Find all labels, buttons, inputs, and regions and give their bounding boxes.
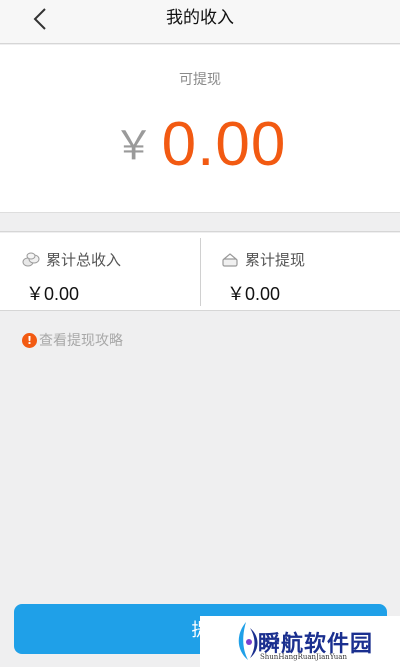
stat-total-income-label: 累计总收入 xyxy=(46,251,122,269)
withdraw-guide-label: 查看提现攻略 xyxy=(39,333,123,349)
page-title: 我的收入 xyxy=(166,8,234,28)
stat-total-withdrawn-value: ￥0.00 xyxy=(227,284,281,304)
balance-amount: 0.00 xyxy=(161,110,287,179)
watermark: 瞬航软件园 ShunHangRuanJianYuan xyxy=(200,616,400,667)
stat-total-withdrawn-label: 累计提现 xyxy=(245,251,306,269)
section-gap xyxy=(0,214,400,232)
balance-label: 可提现 xyxy=(179,72,221,88)
balance-card: 可提现 ￥ 0.00 xyxy=(0,45,400,213)
stat-total-withdrawn: 累计提现 ￥0.00 xyxy=(201,233,400,311)
stat-total-income-value: ￥0.00 xyxy=(26,284,80,304)
balance-amount-row: ￥ 0.00 xyxy=(0,110,400,180)
alert-icon: ! xyxy=(22,332,37,348)
nav-bar: 我的收入 xyxy=(0,0,400,44)
watermark-subtitle: ShunHangRuanJianYuan xyxy=(260,653,347,661)
withdraw-guide-link[interactable]: ! 查看提现攻略 xyxy=(22,330,123,350)
stat-total-income: 累计总收入 ￥0.00 xyxy=(0,233,200,311)
coins-icon xyxy=(22,252,40,266)
stats-row: 累计总收入 ￥0.00 累计提现 ￥0.00 xyxy=(0,233,400,311)
currency-symbol: ￥ xyxy=(113,123,154,169)
wallet-icon xyxy=(222,252,238,267)
